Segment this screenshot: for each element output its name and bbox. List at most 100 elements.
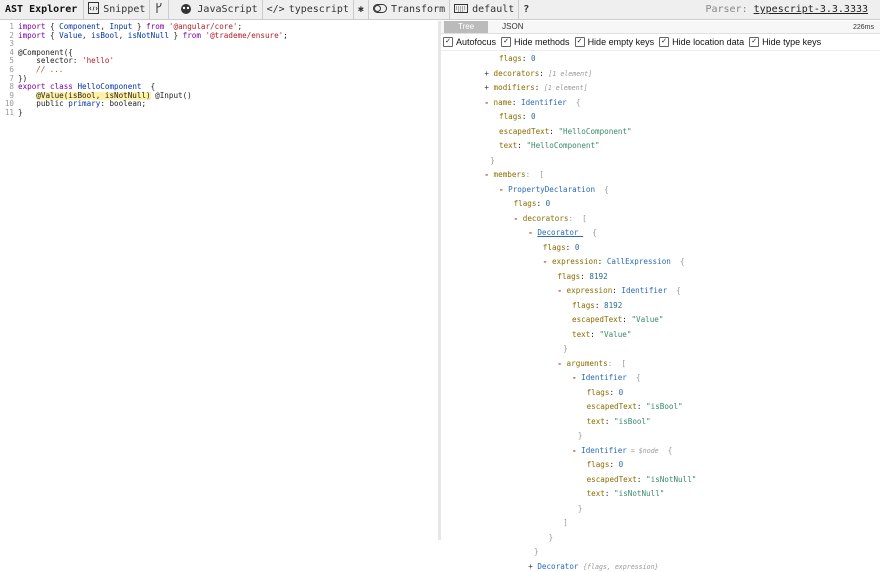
tree-token: : — [521, 54, 532, 63]
tree-token: : — [597, 257, 607, 266]
tree-node[interactable]: flags: 8192 — [557, 272, 607, 282]
option-hide-type-keys[interactable]: ✓ Hide type keys — [749, 37, 821, 47]
parser-version-link[interactable]: typescript-3.3.3333 — [754, 4, 868, 15]
tree-node[interactable]: - arguments: [ — [557, 359, 626, 369]
tree-token: flags — [586, 460, 610, 469]
option-label: Hide location data — [672, 37, 745, 47]
checkbox[interactable]: ✓ — [659, 37, 670, 47]
fork-button[interactable] — [149, 0, 168, 20]
tree-node[interactable]: text: "isNotNull" — [587, 489, 665, 499]
tree-token: "Value" — [599, 329, 632, 339]
tree-token: } — [490, 155, 495, 165]
tree-node[interactable]: + Decorator {flags, expression} — [528, 562, 658, 572]
expand-toggle[interactable]: - — [484, 170, 493, 179]
keymap-select[interactable]: default — [449, 0, 518, 20]
expand-toggle[interactable]: + — [528, 562, 537, 571]
tree-node[interactable]: flags: 0 — [499, 112, 536, 122]
tree-node[interactable]: - decorators: [ — [514, 214, 587, 224]
expand-toggle[interactable]: - — [543, 257, 552, 266]
tree-node[interactable]: } — [534, 547, 539, 557]
tree-node[interactable]: - expression: Identifier { — [557, 286, 680, 296]
language-select[interactable]: JavaScript — [168, 0, 261, 20]
parser-select[interactable]: </> typescript — [261, 0, 353, 20]
tree-token: 0 — [531, 54, 536, 63]
tree-node[interactable]: escapedText: "isBool" — [587, 402, 683, 412]
tree-node[interactable]: - members: [ — [484, 170, 543, 180]
transform-toggle[interactable]: Transform — [367, 0, 449, 20]
tree-node[interactable]: escapedText: "Value" — [572, 315, 663, 325]
tree-token[interactable]: Decorator — [537, 228, 583, 237]
tree-node[interactable]: escapedText: "isNotNull" — [587, 475, 697, 485]
tree-token: [1 element] — [543, 84, 588, 92]
tree-token: escapedText — [572, 315, 623, 324]
tree-node[interactable]: text: "isBool" — [587, 417, 651, 427]
code-line[interactable]: 5 selector: 'hello' — [0, 57, 438, 66]
tree-node[interactable]: - expression: CallExpression { — [543, 257, 685, 267]
checkbox[interactable]: ✓ — [501, 37, 512, 47]
option-autofocus[interactable]: ✓ Autofocus — [443, 37, 496, 47]
tree-node[interactable]: text: "HelloComponent" — [499, 141, 600, 151]
code-line[interactable]: 11} — [0, 108, 438, 118]
tab-json[interactable]: JSON — [488, 21, 537, 33]
code-lines: 1 import { Component, Input } from '@angu… — [0, 21, 438, 118]
code-token: import — [18, 30, 46, 40]
tree-token: flags — [572, 300, 595, 310]
tree-node[interactable]: } — [549, 533, 554, 543]
tree-token: : — [604, 489, 615, 498]
expand-toggle[interactable]: - — [484, 98, 493, 107]
code-line[interactable]: 10 public primary: boolean; — [0, 100, 438, 109]
tree-node[interactable]: - name: Identifier { — [484, 98, 580, 108]
tree-node[interactable]: flags: 0 — [499, 54, 536, 64]
expand-toggle[interactable]: - — [557, 286, 566, 295]
tree-node[interactable]: flags: 0 — [587, 388, 624, 398]
expand-toggle[interactable]: + — [484, 83, 493, 92]
tree-token: text — [586, 489, 605, 498]
expand-toggle[interactable]: - — [514, 214, 523, 223]
tree-node[interactable]: flags: 8192 — [572, 301, 622, 311]
tree-token: flags — [542, 242, 566, 252]
option-hide-empty-keys[interactable]: ✓ Hide empty keys — [574, 37, 654, 47]
code-line[interactable]: 6 // ... — [0, 65, 438, 75]
tree-node[interactable]: flags: 0 — [587, 460, 624, 470]
tree-node[interactable]: - Identifier { — [572, 373, 641, 383]
tree-token: } — [577, 431, 583, 440]
tree-node[interactable]: + decorators: [1 element] — [484, 69, 592, 79]
snippet-menu[interactable]: Snippet — [83, 0, 149, 20]
keyboard-icon — [454, 3, 469, 16]
help-button[interactable]: ? — [518, 0, 533, 20]
tree-node[interactable]: ] — [563, 518, 568, 528]
tree-node[interactable]: flags: 0 — [543, 243, 580, 253]
tree-token: [1 element] — [548, 69, 593, 78]
tree-node[interactable]: escapedText: "HelloComponent" — [499, 127, 632, 137]
tree-node[interactable]: flags: 0 — [514, 199, 551, 209]
expand-toggle[interactable]: - — [557, 359, 566, 368]
tree-node[interactable]: - PropertyDeclaration { — [499, 185, 609, 195]
checkbox[interactable]: ✓ — [749, 37, 760, 47]
option-hide-methods[interactable]: ✓ Hide methods — [501, 37, 570, 47]
checkbox[interactable]: ✓ — [574, 37, 585, 47]
expand-toggle[interactable]: - — [572, 373, 581, 382]
code-line[interactable]: 2 import { Value, isBool, isNotNull } fro… — [0, 30, 438, 41]
option-hide-location-data[interactable]: ✓ Hide location data — [659, 37, 744, 47]
code-editor[interactable]: 1 import { Component, Input } from '@angu… — [0, 21, 439, 540]
tree-node[interactable]: - Identifier = $node { — [572, 446, 672, 456]
expand-toggle[interactable]: + — [484, 69, 493, 78]
checkbox[interactable]: ✓ — [443, 37, 453, 47]
tree-token: } — [548, 532, 554, 542]
expand-toggle[interactable]: - — [528, 228, 537, 237]
tree-node[interactable]: text: "Value" — [572, 330, 631, 340]
code-token: isBool — [91, 30, 119, 40]
tree-token: } — [577, 503, 583, 513]
tree-node[interactable]: - Decorator { — [528, 228, 597, 238]
expand-toggle[interactable]: - — [499, 185, 508, 194]
tree-token: } — [534, 547, 539, 556]
tree-node[interactable]: + modifiers: [1 element] — [484, 83, 587, 93]
parser-settings-button[interactable]: ✱ — [352, 0, 368, 20]
tab-tree[interactable]: Tree — [444, 21, 489, 33]
tree-token: "isNotNull" — [614, 489, 665, 498]
expand-toggle[interactable]: - — [572, 446, 581, 455]
tree-node[interactable]: } — [490, 156, 495, 166]
tree-node[interactable]: } — [578, 431, 583, 441]
tree-node[interactable]: } — [563, 344, 568, 354]
tree-node[interactable]: } — [578, 504, 583, 514]
